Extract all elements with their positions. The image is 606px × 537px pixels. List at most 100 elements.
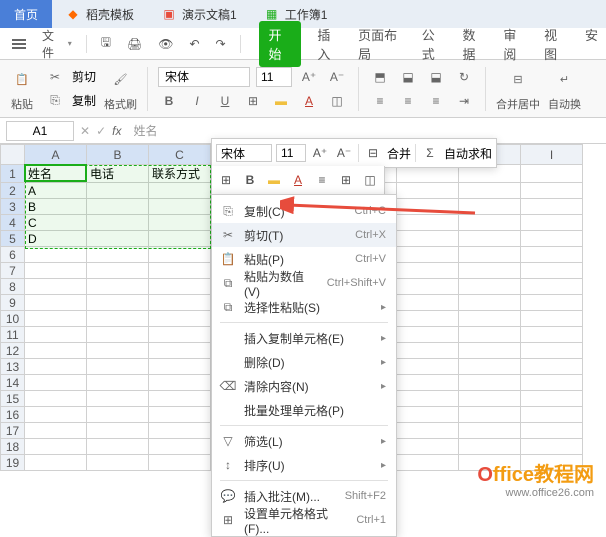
file-menu[interactable]: 文件▾ [36,23,78,65]
row-header[interactable]: 5 [1,231,25,247]
auto-wrap[interactable]: ↵ 自动换 [548,66,581,112]
copy-button[interactable]: ⎘复制 [44,90,96,112]
context-menu-item[interactable]: ⊞设置单元格格式(F)...Ctrl+1 [212,508,396,532]
mini-font-select[interactable] [216,144,272,162]
align-center-icon[interactable]: ≡ [397,90,419,112]
mini-decrease-font-icon[interactable]: A⁻ [334,143,354,163]
font-color-icon[interactable]: A [298,90,320,112]
row-header[interactable]: 19 [1,455,25,471]
context-menu-item[interactable]: 插入复制单元格(E)▸ [212,326,396,350]
row-header[interactable]: 2 [1,183,25,199]
row-header[interactable]: 11 [1,327,25,343]
col-header[interactable]: A [25,145,87,165]
menu-shortcut: Ctrl+V [355,253,386,265]
brush-icon: 🖌 [107,66,135,94]
chevron-right-icon: ▸ [381,357,386,368]
redo-icon[interactable]: ↷ [210,33,232,55]
menu-layout[interactable]: 页面布局 [356,21,406,67]
context-menu-item[interactable]: ⌫清除内容(N)▸ [212,374,396,398]
preview-icon[interactable]: 👁 [152,33,179,55]
tab-presentation[interactable]: ▣ 演示文稿1 [148,0,251,28]
underline-icon[interactable]: U [214,90,236,112]
increase-font-icon[interactable]: A⁺ [298,66,320,88]
italic-icon[interactable]: I [186,90,208,112]
mini-sum-icon[interactable]: Σ [420,143,440,163]
context-menu-item[interactable]: ✂剪切(T)Ctrl+X [212,223,396,247]
font-size-select[interactable] [256,67,292,87]
mini-style-icon[interactable]: ◫ [360,170,380,190]
menu-view[interactable]: 视图 [542,21,569,67]
bold-icon[interactable]: B [158,90,180,112]
context-menu-item[interactable]: ↕排序(U)▸ [212,453,396,477]
decrease-font-icon[interactable]: A⁻ [326,66,348,88]
row-header[interactable]: 1 [1,165,25,183]
menu-review[interactable]: 审阅 [501,21,528,67]
row-header[interactable]: 17 [1,423,25,439]
context-menu-item[interactable]: 批量处理单元格(P) [212,398,396,422]
align-right-icon[interactable]: ≡ [425,90,447,112]
menu-formula[interactable]: 公式 [420,21,447,67]
format-painter[interactable]: 🖌 格式刷 [104,66,137,112]
mini-border-icon[interactable]: ⊞ [336,170,356,190]
undo-icon[interactable]: ↶ [183,33,205,55]
row-header[interactable]: 7 [1,263,25,279]
context-menu-item[interactable]: ▽筛选(L)▸ [212,429,396,453]
menu-insert[interactable]: 插入 [315,21,342,67]
cell-style-icon[interactable]: ◫ [326,90,348,112]
align-bottom-icon[interactable]: ⬓ [425,66,447,88]
menu-button[interactable] [6,35,32,53]
mini-size-select[interactable] [276,144,306,162]
clear-icon: ⌫ [220,378,236,394]
select-all-corner[interactable] [1,145,25,165]
row-header[interactable]: 9 [1,295,25,311]
context-menu-item[interactable]: ⧉粘贴为数值(V)Ctrl+Shift+V [212,271,396,295]
print-icon[interactable]: 🖨 [121,33,148,55]
mini-fontcolor-icon[interactable]: A [288,170,308,190]
row-header[interactable]: 18 [1,439,25,455]
flame-icon: ◆ [66,7,80,21]
col-header[interactable]: B [87,145,149,165]
name-box[interactable] [6,121,74,141]
row-header[interactable]: 6 [1,247,25,263]
align-middle-icon[interactable]: ⬓ [397,66,419,88]
mini-merge-icon[interactable]: ⊟ [363,143,383,163]
context-menu-item[interactable]: ⧉选择性粘贴(S)▸ [212,295,396,319]
row-header[interactable]: 16 [1,407,25,423]
confirm-icon[interactable]: ✓ [96,124,106,138]
menu-start[interactable]: 开始 [259,21,302,67]
mini-autosum-label: 自动求和 [444,145,492,162]
font-select[interactable] [158,67,250,87]
fx-button[interactable]: fx [106,124,127,138]
row-header[interactable]: 4 [1,215,25,231]
row-header[interactable]: 3 [1,199,25,215]
cut-button[interactable]: ✂剪切 [44,66,96,88]
col-header[interactable]: C [149,145,211,165]
orientation-icon[interactable]: ↻ [453,66,475,88]
sort-icon: ↕ [220,457,236,473]
row-header[interactable]: 13 [1,359,25,375]
menu-more[interactable]: 安 [583,21,600,67]
menu-data[interactable]: 数据 [461,21,488,67]
mini-increase-font-icon[interactable]: A⁺ [310,143,330,163]
indent-icon[interactable]: ⇥ [453,90,475,112]
row-header[interactable]: 14 [1,375,25,391]
save-icon[interactable]: 🖫 [95,29,117,58]
cancel-icon[interactable]: ✕ [80,124,90,138]
context-menu-item[interactable]: 删除(D)▸ [212,350,396,374]
border-icon[interactable]: ⊞ [242,90,264,112]
align-left-icon[interactable]: ≡ [369,90,391,112]
align-top-icon[interactable]: ⬒ [369,66,391,88]
mini-align-icon[interactable]: ≡ [312,170,332,190]
row-header[interactable]: 8 [1,279,25,295]
row-header[interactable]: 10 [1,311,25,327]
merge-center[interactable]: ⊟ 合并居中 [496,66,540,112]
context-menu-item[interactable]: ⎘复制(C)Ctrl+C [212,199,396,223]
paste-group[interactable]: 📋 粘贴 [8,66,36,112]
mini-bold-icon[interactable]: B [240,170,260,190]
mini-format-icon[interactable]: ⊞ [216,170,236,190]
fill-color-icon[interactable]: ▬ [270,90,292,112]
col-header[interactable]: I [521,145,583,165]
mini-fill-icon[interactable]: ▬ [264,170,284,190]
row-header[interactable]: 15 [1,391,25,407]
row-header[interactable]: 12 [1,343,25,359]
